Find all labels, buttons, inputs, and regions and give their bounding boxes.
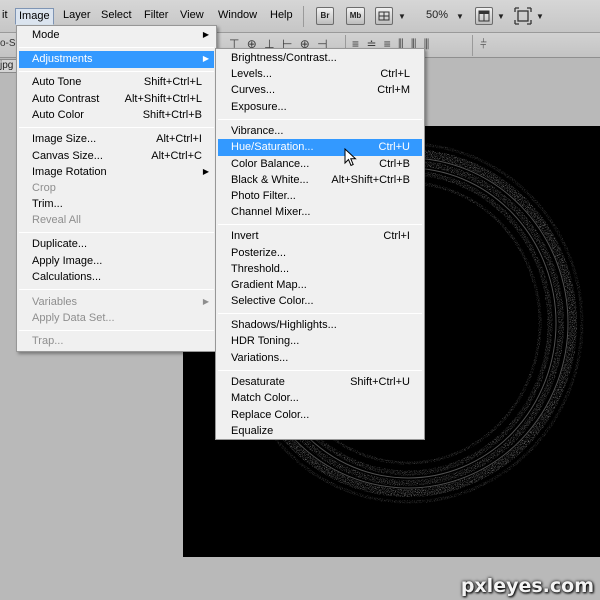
menu-separator bbox=[218, 370, 422, 371]
menu-row-replace-color[interactable]: Replace Color... bbox=[218, 407, 422, 424]
menu-row-exposure[interactable]: Exposure... bbox=[218, 99, 422, 116]
screen-mode-icon[interactable] bbox=[514, 7, 532, 25]
menu-row-reveal-all: Reveal All bbox=[32, 214, 81, 226]
options-separator bbox=[472, 35, 473, 56]
menu-separator bbox=[19, 232, 214, 233]
menu-row-adjustments[interactable]: Adjustments ▶ bbox=[19, 51, 214, 68]
menu-select[interactable]: Select bbox=[98, 8, 135, 25]
menu-row-hue-saturation[interactable]: Hue/Saturation... Ctrl+U bbox=[218, 139, 422, 156]
document-tab-label: jpg bbox=[0, 60, 14, 71]
menu-row-hdr-toning[interactable]: HDR Toning... bbox=[218, 333, 422, 350]
extras-dropdown-icon[interactable]: ▼ bbox=[398, 12, 406, 21]
menu-row-invert[interactable]: Invert Ctrl+I bbox=[218, 228, 422, 245]
menu-separator bbox=[218, 313, 422, 314]
menu-view[interactable]: View bbox=[177, 8, 207, 25]
menu-row-apply-data-set: Apply Data Set... bbox=[32, 312, 115, 324]
menu-row-image-size[interactable]: Image Size... Alt+Ctrl+I bbox=[19, 131, 214, 148]
menu-layer[interactable]: Layer bbox=[60, 8, 94, 25]
submenu-arrow-icon: ▶ bbox=[202, 167, 209, 176]
menu-edit[interactable]: it bbox=[0, 8, 11, 25]
menu-separator bbox=[218, 119, 422, 120]
adjustments-submenu: Brightness/Contrast... Levels... Ctrl+L … bbox=[215, 48, 425, 440]
menu-row-equalize[interactable]: Equalize bbox=[218, 423, 422, 440]
menu-row-variables: Variables ▶ bbox=[32, 296, 209, 308]
menu-separator bbox=[19, 289, 214, 290]
screen-mode-dropdown-icon[interactable]: ▼ bbox=[536, 12, 544, 21]
menu-row-variations[interactable]: Variations... bbox=[218, 350, 422, 367]
bridge-button[interactable]: Br bbox=[316, 7, 334, 25]
menu-row-image-rotation[interactable]: Image Rotation ▶ bbox=[19, 164, 214, 181]
watermark: pxleyes.com bbox=[460, 575, 594, 597]
submenu-arrow-icon: ▶ bbox=[202, 297, 209, 306]
arrange-documents-icon[interactable] bbox=[475, 7, 493, 25]
menu-row-canvas-size[interactable]: Canvas Size... Alt+Ctrl+C bbox=[19, 148, 214, 165]
menu-separator bbox=[19, 127, 214, 128]
menu-row-channel-mixer[interactable]: Channel Mixer... bbox=[218, 204, 422, 221]
menu-row-duplicate[interactable]: Duplicate... bbox=[19, 236, 214, 253]
menu-row-apply-image[interactable]: Apply Image... bbox=[19, 253, 214, 270]
menu-row-auto-tone[interactable]: Auto Tone Shift+Ctrl+L bbox=[19, 74, 214, 91]
submenu-arrow-icon: ▶ bbox=[202, 54, 209, 63]
submenu-arrow-icon: ▶ bbox=[202, 30, 209, 39]
menu-row-shadows-highlights[interactable]: Shadows/Highlights... bbox=[218, 317, 422, 334]
menu-row-levels[interactable]: Levels... Ctrl+L bbox=[218, 66, 422, 83]
menu-row-black-white[interactable]: Black & White... Alt+Shift+Ctrl+B bbox=[218, 172, 422, 189]
menu-row-desaturate[interactable]: Desaturate Shift+Ctrl+U bbox=[218, 374, 422, 391]
zoom-level[interactable]: 50% bbox=[426, 9, 448, 21]
menu-row-trap: Trap... bbox=[32, 335, 64, 347]
menu-row-vibrance[interactable]: Vibrance... bbox=[218, 123, 422, 140]
menu-filter[interactable]: Filter bbox=[141, 8, 171, 25]
toolbar-separator bbox=[303, 6, 304, 27]
menu-row-auto-color[interactable]: Auto Color Shift+Ctrl+B bbox=[19, 107, 214, 124]
menu-row-photo-filter[interactable]: Photo Filter... bbox=[218, 188, 422, 205]
menu-window[interactable]: Window bbox=[215, 8, 260, 25]
menu-row-posterize[interactable]: Posterize... bbox=[218, 245, 422, 262]
menu-row-brightness-contrast[interactable]: Brightness/Contrast... bbox=[218, 50, 422, 67]
menu-row-calculations[interactable]: Calculations... bbox=[19, 269, 214, 286]
menu-row-selective-color[interactable]: Selective Color... bbox=[218, 293, 422, 310]
menu-image[interactable]: Image bbox=[15, 8, 54, 25]
menu-row-gradient-map[interactable]: Gradient Map... bbox=[218, 277, 422, 294]
menu-row-color-balance[interactable]: Color Balance... Ctrl+B bbox=[218, 156, 422, 173]
arrange-dropdown-icon[interactable]: ▼ bbox=[497, 12, 505, 21]
menu-row-mode[interactable]: Mode ▶ bbox=[19, 27, 214, 44]
menu-row-threshold[interactable]: Threshold... bbox=[218, 261, 422, 278]
zoom-dropdown-icon[interactable]: ▼ bbox=[456, 12, 464, 21]
menu-help[interactable]: Help bbox=[267, 8, 296, 25]
menu-row-crop: Crop bbox=[32, 182, 56, 194]
menu-row-trim[interactable]: Trim... bbox=[19, 196, 214, 213]
extras-icon[interactable] bbox=[375, 7, 393, 25]
mouse-pointer-icon bbox=[344, 148, 357, 167]
menu-row-match-color[interactable]: Match Color... bbox=[218, 390, 422, 407]
auto-align-icon[interactable]: ⫩ bbox=[480, 37, 489, 52]
mini-bridge-button[interactable]: Mb bbox=[346, 7, 365, 25]
menu-separator bbox=[19, 47, 214, 48]
image-menu: Mode ▶ Adjustments ▶ Auto Tone Shift+Ctr… bbox=[16, 25, 217, 352]
menu-separator bbox=[19, 71, 214, 72]
menu-separator bbox=[218, 224, 422, 225]
menu-row-curves[interactable]: Curves... Ctrl+M bbox=[218, 82, 422, 99]
menu-row-auto-contrast[interactable]: Auto Contrast Alt+Shift+Ctrl+L bbox=[19, 91, 214, 108]
menu-separator bbox=[19, 330, 214, 331]
